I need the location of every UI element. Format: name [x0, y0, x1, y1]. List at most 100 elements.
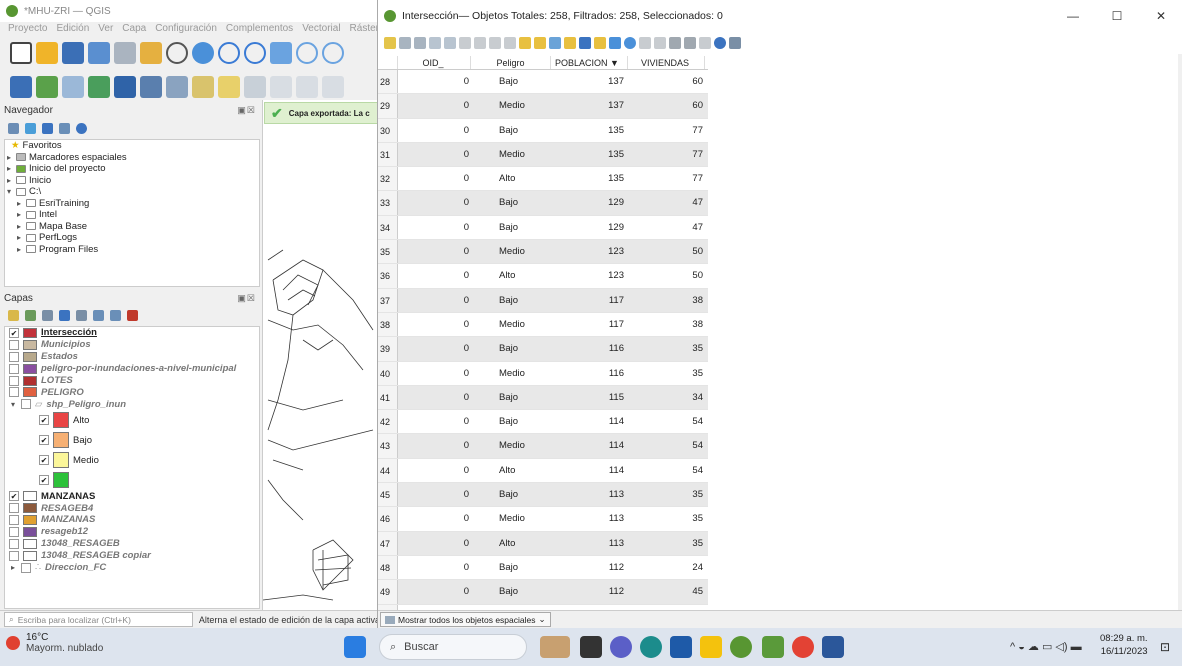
cell-viviendas[interactable]: 34 [628, 386, 705, 409]
table-row[interactable]: 40 0 Medio 116 35 [378, 361, 708, 386]
vertical-scrollbar[interactable] [1178, 54, 1182, 610]
cell-poblacion[interactable]: 112 [551, 556, 628, 579]
cell-poblacion[interactable]: 114 [551, 410, 628, 433]
row-number[interactable]: 34 [378, 215, 398, 240]
table-row[interactable]: 44 0 Alto 114 54 [378, 458, 708, 484]
browser-item-perflogs[interactable]: ▸ PerfLogs [5, 232, 259, 244]
windows-start-icon[interactable] [344, 636, 366, 658]
cell-viviendas[interactable]: 50 [628, 264, 705, 287]
cell-poblacion[interactable]: 114 [551, 434, 628, 457]
data-source-manager-icon[interactable] [10, 76, 32, 98]
table-row[interactable]: 31 0 Medio 135 77 [378, 142, 708, 168]
layer-peligro[interactable]: PELIGRO [5, 386, 259, 398]
browser-item-mapa-base[interactable]: ▸ Mapa Base [5, 221, 259, 233]
cell-viviendas[interactable]: 77 [628, 167, 705, 190]
layer-resageb4[interactable]: RESAGEB4 [5, 502, 259, 514]
cell-viviendas[interactable]: 38 [628, 313, 705, 336]
cell-oid[interactable]: 0 [398, 362, 471, 385]
row-number[interactable]: 47 [378, 531, 398, 555]
pan-map-icon[interactable] [609, 37, 621, 49]
table-row[interactable]: 48 0 Bajo 112 24 [378, 555, 708, 581]
browser-item-favoritos[interactable]: ★ Favoritos [5, 140, 259, 152]
cell-peligro[interactable]: Bajo [471, 410, 551, 433]
cell-poblacion[interactable]: 117 [551, 289, 628, 312]
multi-edit-icon[interactable] [399, 37, 411, 49]
zoom-in-icon[interactable] [218, 42, 240, 64]
collapse-all-icon[interactable] [110, 309, 121, 321]
cell-poblacion[interactable]: 123 [551, 240, 628, 263]
add-database-icon[interactable] [114, 76, 136, 98]
table-row[interactable]: 39 0 Bajo 116 35 [378, 337, 708, 362]
map-canvas[interactable] [262, 100, 380, 610]
row-number[interactable]: 32 [378, 167, 398, 191]
cell-oid[interactable]: 0 [398, 507, 471, 530]
layer-shp-peligro[interactable]: ▾ ▱ shp_Peligro_inun [5, 398, 259, 410]
system-clock[interactable]: 08:29 a. m. 16/11/2023 [1100, 632, 1148, 658]
table-row[interactable]: 43 0 Medio 114 54 [378, 434, 708, 459]
legend-medio[interactable]: ✔ Medio [5, 450, 259, 470]
show-all-features-button[interactable]: Mostrar todos los objetos espaciales ⌄ [380, 612, 551, 627]
layer-checkbox[interactable] [9, 387, 19, 398]
cell-oid[interactable]: 0 [398, 191, 471, 214]
cell-peligro[interactable]: Alto [471, 264, 551, 287]
save-as-icon[interactable] [88, 42, 110, 64]
row-number[interactable]: 36 [378, 264, 398, 288]
row-number[interactable]: 40 [378, 361, 398, 385]
edge-icon[interactable] [640, 636, 662, 658]
menu-raster[interactable]: Ráster [350, 23, 379, 34]
cell-oid[interactable]: 0 [398, 483, 471, 506]
info-icon[interactable] [76, 122, 87, 134]
qgis-taskbar-icon[interactable] [730, 636, 752, 658]
add-feature-icon[interactable] [444, 37, 456, 49]
row-number[interactable]: 43 [378, 434, 398, 458]
layer-checkbox[interactable] [9, 514, 19, 525]
move-selection-top-icon[interactable] [594, 37, 606, 49]
table-row[interactable]: 36 0 Alto 123 50 [378, 264, 708, 289]
cell-peligro[interactable]: Bajo [471, 216, 551, 239]
teams-icon[interactable] [610, 636, 632, 658]
filter-expression-icon[interactable] [76, 309, 87, 321]
cell-oid[interactable]: 0 [398, 580, 471, 603]
table-row[interactable]: 35 0 Medio 123 50 [378, 240, 708, 265]
cell-viviendas[interactable]: 35 [628, 362, 705, 385]
layer-13048-resageb-copiar[interactable]: 13048_RESAGEB copiar [5, 550, 259, 562]
system-tray-icons[interactable]: ^ ◒ ☁ ▭ ◁) ▬ [1010, 640, 1082, 653]
toggle-editing-icon[interactable] [218, 76, 240, 98]
cell-peligro[interactable]: Medio [471, 240, 551, 263]
save-edits-icon[interactable] [414, 37, 426, 49]
cell-viviendas[interactable]: 47 [628, 191, 705, 214]
word-icon[interactable] [822, 636, 844, 658]
layer-checkbox[interactable] [9, 363, 19, 374]
cell-oid[interactable]: 0 [398, 434, 471, 457]
layer-checkbox[interactable] [9, 526, 19, 537]
browser-item-inicio[interactable]: ▸ Inicio [5, 175, 259, 187]
layer-checkbox[interactable]: ✔ [9, 491, 19, 502]
column-header-viviendas[interactable]: VIVIENDAS [628, 56, 705, 69]
menu-vectorial[interactable]: Vectorial [302, 23, 340, 34]
cell-poblacion[interactable]: 113 [551, 483, 628, 506]
row-number[interactable]: 35 [378, 240, 398, 264]
browser-item-marcadores[interactable]: ▸ Marcadores espaciales [5, 152, 259, 164]
row-number[interactable]: 37 [378, 288, 398, 312]
add-mesh-icon[interactable] [140, 76, 162, 98]
expand-all-icon[interactable] [93, 309, 104, 321]
row-number[interactable]: 38 [378, 312, 398, 337]
task-view-icon[interactable] [580, 636, 602, 658]
row-number[interactable]: 28 [378, 70, 398, 94]
add-vector-icon[interactable] [62, 76, 84, 98]
layer-peligro-inundaciones[interactable]: peligro-por-inundaciones-a-nivel-municip… [5, 363, 259, 375]
table-row[interactable]: 34 0 Bajo 129 47 [378, 215, 708, 241]
select-all-icon[interactable] [534, 37, 546, 49]
cell-poblacion[interactable]: 129 [551, 191, 628, 214]
layer-checkbox[interactable] [9, 538, 19, 549]
cell-oid[interactable]: 0 [398, 216, 471, 239]
table-row[interactable]: 42 0 Bajo 114 54 [378, 410, 708, 435]
store-icon[interactable] [670, 636, 692, 658]
filter-icon[interactable] [42, 122, 53, 134]
cell-poblacion[interactable]: 137 [551, 94, 628, 117]
cell-peligro[interactable]: Bajo [471, 337, 551, 360]
locator-bar[interactable]: ⌕ Escriba para localizar (Ctrl+K) [4, 612, 193, 627]
new-layer-icon[interactable] [36, 76, 58, 98]
cell-poblacion[interactable]: 129 [551, 216, 628, 239]
legend-checkbox[interactable]: ✔ [39, 455, 49, 466]
